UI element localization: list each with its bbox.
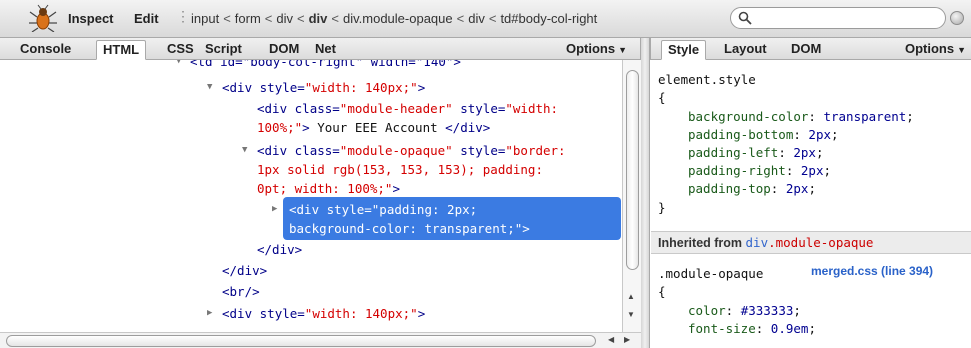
html-node-selected-div[interactable]: <div style="padding: 2px; (289, 200, 477, 219)
html-node-module-opaque[interactable]: <div class="module-opaque" style="border… (257, 141, 566, 160)
tab-style[interactable]: Style (661, 40, 707, 60)
style-panel: element.style { background-color: transp… (651, 60, 971, 348)
breadcrumb-separator: < (264, 11, 273, 26)
tab-net[interactable]: Net (309, 40, 342, 60)
tab-css[interactable]: CSS (161, 40, 200, 60)
minimize-button[interactable] (950, 11, 964, 25)
tab-script[interactable]: Script (199, 40, 248, 60)
html-node-td[interactable]: <td id="body-col-right" width="140"> (190, 60, 461, 71)
collapsed-twisty-icon[interactable]: ▶ (272, 200, 277, 219)
options-menu-left[interactable]: Options ▼ (566, 41, 627, 56)
side-tab-bar: Style Layout DOM Options ▼ (650, 38, 971, 60)
css-property[interactable]: color: #333333; (688, 302, 801, 320)
html-node-close-div: </div> (222, 263, 268, 278)
tab-html[interactable]: HTML (96, 40, 147, 60)
search-box (730, 7, 946, 29)
breadcrumb-separator: < (297, 11, 305, 26)
css-property[interactable]: background-color: transparent; (688, 108, 914, 126)
html-vertical-scrollbar[interactable]: ▲ ▼ (622, 60, 641, 332)
breadcrumb-div-module-opaque[interactable]: div.module-opaque (343, 11, 453, 26)
expanded-twisty-icon[interactable]: ▼ (176, 60, 181, 71)
html-node-module-opaque-cont: 0pt; width: 100%;"> (257, 181, 400, 196)
html-tree-panel: ▼ <td id="body-col-right" width="140"> ▼… (0, 60, 622, 332)
breadcrumb-separator: < (488, 11, 497, 26)
firebug-toolbar: Inspect Edit ⋮ input < form < div < div < div.mo… (0, 0, 971, 38)
tab-dom[interactable]: DOM (263, 40, 305, 60)
html-node-module-header-cont: 100%;"> Your EEE Account </div> (257, 120, 491, 135)
scroll-left-arrow-icon[interactable]: ◀ (608, 335, 614, 344)
html-node-div-width-2[interactable]: <div style="width: 140px;"> (222, 304, 425, 323)
css-property[interactable]: padding-top: 2px; (688, 180, 816, 198)
search-icon (738, 11, 752, 25)
html-node-module-opaque-cont: 1px solid rgb(153, 153, 153); padding: (257, 162, 543, 177)
breadcrumb-div-selected[interactable]: div (309, 11, 328, 26)
html-node-br[interactable]: <br/> (222, 282, 260, 301)
html-node-close-div: </div> (257, 242, 303, 257)
breadcrumb-separator: < (223, 11, 231, 26)
rule-selector: .module-opaque (658, 266, 764, 281)
expanded-twisty-icon[interactable]: ▼ (242, 141, 247, 160)
inspect-button[interactable]: Inspect (68, 11, 114, 26)
css-property[interactable]: padding-right: 2px; (688, 162, 831, 180)
tab-side-dom[interactable]: DOM (785, 40, 827, 60)
html-horizontal-scrollbar[interactable]: ◀ ▶ (0, 332, 641, 348)
expanded-twisty-icon[interactable]: ▼ (207, 78, 212, 97)
element-style-selector: element.style (658, 72, 756, 87)
collapsed-twisty-icon[interactable]: ▶ (207, 304, 212, 323)
dropdown-arrow-icon: ▼ (957, 45, 967, 55)
firebug-icon[interactable] (28, 4, 58, 32)
edit-button[interactable]: Edit (134, 11, 159, 26)
tab-layout[interactable]: Layout (718, 40, 773, 60)
open-brace: { (658, 284, 666, 299)
main-tab-bar: Console HTML CSS Script DOM Net Options ▼ (0, 38, 641, 60)
html-node-div-width[interactable]: <div style="width: 140px;"> (222, 78, 425, 97)
scroll-up-arrow-icon[interactable]: ▲ (627, 292, 635, 301)
inherited-header: Inherited from div.module-opaque (651, 231, 971, 254)
html-node-selected-div-cont: background-color: transparent;"> (289, 221, 530, 236)
breadcrumb-div[interactable]: div (468, 11, 485, 26)
breadcrumb: input < form < div < div < div.module-opaque < div… (191, 11, 597, 26)
breadcrumb-input[interactable]: input (191, 11, 219, 26)
breadcrumb-separator: < (456, 11, 465, 26)
vertical-scroll-thumb[interactable] (626, 70, 639, 270)
open-brace: { (658, 90, 666, 105)
breadcrumb-div[interactable]: div (276, 11, 293, 26)
scroll-down-arrow-icon[interactable]: ▼ (627, 310, 635, 319)
options-menu-right[interactable]: Options ▼ (905, 41, 966, 56)
css-property[interactable]: padding-bottom: 2px; (688, 126, 839, 144)
search-input[interactable] (755, 10, 940, 26)
inherited-element-link[interactable]: div (746, 235, 769, 250)
html-node-module-header[interactable]: <div class="module-header" style="width: (257, 99, 558, 118)
horizontal-scroll-thumb[interactable] (6, 335, 596, 347)
breadcrumb-form[interactable]: form (235, 11, 261, 26)
inherited-selector: .module-opaque (768, 235, 874, 250)
css-property[interactable]: font-size: 0.9em; (688, 320, 816, 338)
stylesheet-source-link[interactable]: merged.css (line 394) (811, 264, 933, 278)
panel-splitter[interactable] (641, 38, 650, 348)
css-property[interactable]: padding-left: 2px; (688, 144, 823, 162)
close-brace: } (658, 200, 666, 215)
toolbar-separator: ⋮ (176, 8, 190, 24)
dropdown-arrow-icon: ▼ (618, 45, 628, 55)
scroll-right-arrow-icon[interactable]: ▶ (624, 335, 630, 344)
breadcrumb-td-body-col-right[interactable]: td#body-col-right (500, 11, 597, 26)
breadcrumb-separator: < (331, 11, 339, 26)
tab-console[interactable]: Console (14, 40, 77, 60)
